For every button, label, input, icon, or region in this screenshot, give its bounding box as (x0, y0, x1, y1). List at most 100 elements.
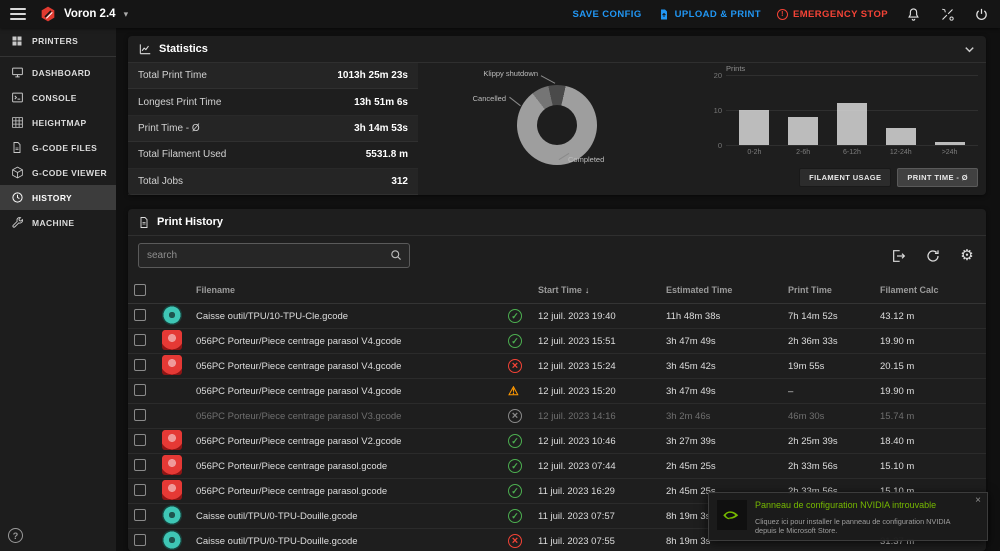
thumb-cell (162, 429, 196, 453)
filament-calc: 20.15 m (880, 360, 915, 372)
dashboard-monitor-icon (10, 66, 24, 79)
topbar-left: Voron 2.4 ▾ (10, 6, 128, 22)
row-checkbox[interactable] (134, 458, 146, 471)
history-row[interactable]: 056PC Porteur/Piece centrage parasol V4.… (128, 329, 986, 354)
sidebar-item-label: G-CODE FILES (32, 142, 98, 153)
row-checkbox[interactable] (134, 508, 146, 521)
bar (836, 103, 867, 145)
tools-icon[interactable] (938, 5, 956, 23)
search-icon[interactable] (389, 248, 404, 266)
estimated-time: 11h 48m 38s (666, 310, 721, 322)
row-checkbox[interactable] (134, 383, 146, 396)
row-checkbox[interactable] (134, 533, 146, 546)
sort-desc-icon: ↓ (584, 284, 590, 295)
sidebar-item-heightmap[interactable]: HEIGHTMAP (0, 110, 116, 135)
checkbox-cell (134, 358, 162, 374)
column-header-filament-calc[interactable]: Filament Calc (880, 285, 980, 295)
notifications-bell-icon[interactable] (904, 5, 922, 23)
filament-calc: 15.74 m (880, 410, 915, 422)
thumb-cell (162, 329, 196, 353)
print-thumbnail (162, 329, 182, 350)
emergency-stop-button[interactable]: ! EMERGENCY STOP (777, 8, 888, 20)
filament-calc: 19.90 m (880, 335, 915, 347)
heightmap-grid-icon (10, 116, 24, 129)
status-icon (508, 434, 522, 448)
select-all-checkbox[interactable] (134, 283, 146, 296)
collapse-chevron-icon[interactable] (963, 43, 976, 56)
print-time: 2h 25m 39s (788, 435, 838, 447)
topbar-actions: SAVE CONFIG UPLOAD & PRINT ! EMERGENCY S… (572, 5, 990, 23)
bar-category-label: 12-24h (889, 149, 912, 156)
column-header-print-time[interactable]: Print Time (788, 285, 880, 295)
sidebar-item-gcode-viewer[interactable]: G-CODE VIEWER (0, 160, 116, 185)
stat-value: 312 (391, 175, 408, 187)
voron-logo-icon (40, 6, 56, 22)
status-icon (508, 459, 522, 473)
stat-label: Longest Print Time (138, 96, 222, 108)
row-checkbox[interactable] (134, 308, 146, 321)
filename: Caisse outil/TPU/0-TPU-Douille.gcode (196, 510, 358, 522)
gear-icon[interactable]: ⚙ (958, 247, 976, 265)
row-checkbox[interactable] (134, 408, 146, 421)
print-history-title: Print History (157, 216, 224, 228)
nvidia-notification[interactable]: Panneau de configuration NVIDIA introuva… (708, 492, 988, 541)
y-tick-label: 10 (713, 106, 722, 115)
start-time: 12 juil. 2023 15:20 (538, 385, 616, 397)
print-thumbnail (162, 529, 182, 550)
sidebar-item-printers[interactable]: PRINTERS (0, 28, 116, 53)
status-donut-zone: Klippy shutdown Cancelled Completed (418, 63, 648, 195)
row-checkbox[interactable] (134, 358, 146, 371)
toast-title: Panneau de configuration NVIDIA introuva… (755, 500, 937, 510)
start-time: 12 juil. 2023 19:40 (538, 310, 616, 322)
column-header-start-time[interactable]: Start Time ↓ (538, 285, 666, 295)
row-checkbox[interactable] (134, 433, 146, 446)
print-time: 19m 55s (788, 360, 825, 372)
checkbox-cell (134, 308, 162, 324)
start-time: 12 juil. 2023 15:24 (538, 360, 616, 372)
filename: 056PC Porteur/Piece centrage parasol V4.… (196, 385, 402, 397)
bar-chart-ylabel: Prints (726, 64, 746, 73)
save-config-button[interactable]: SAVE CONFIG (572, 9, 641, 20)
printer-name[interactable]: Voron 2.4 (64, 8, 116, 20)
stats-tab-button[interactable]: PRINT TIME - Ø (897, 168, 978, 187)
filename: 056PC Porteur/Piece centrage parasol V3.… (196, 410, 402, 422)
menu-icon[interactable] (10, 8, 26, 20)
gridline (726, 145, 978, 146)
sidebar-item-console[interactable]: CONSOLE (0, 85, 116, 110)
history-row[interactable]: Caisse outil/TPU/10-TPU-Cle.gcode 12 jui… (128, 304, 986, 329)
history-row[interactable]: 056PC Porteur/Piece centrage parasol V4.… (128, 379, 986, 404)
sidebar-item-dashboard[interactable]: DASHBOARD (0, 60, 116, 85)
history-row[interactable]: 056PC Porteur/Piece centrage parasol V2.… (128, 429, 986, 454)
search-input[interactable] (138, 243, 410, 268)
y-tick-label: 0 (717, 141, 722, 150)
power-icon[interactable] (972, 5, 990, 23)
sidebar-item-machine[interactable]: MACHINE (0, 210, 116, 235)
stats-tab-button[interactable]: FILAMENT USAGE (799, 168, 892, 187)
close-icon[interactable]: × (975, 495, 981, 506)
thumb-cell (162, 504, 196, 528)
history-row[interactable]: 056PC Porteur/Piece centrage parasol V4.… (128, 354, 986, 379)
sidebar-item-gcode-files[interactable]: G-CODE FILES (0, 135, 116, 160)
export-icon[interactable] (890, 247, 908, 265)
estimated-time: 3h 47m 49s (666, 335, 716, 347)
history-row[interactable]: 056PC Porteur/Piece centrage parasol V3.… (128, 404, 986, 429)
chevron-down-icon[interactable]: ▾ (124, 9, 129, 20)
row-checkbox[interactable] (134, 333, 146, 346)
refresh-icon[interactable] (924, 247, 942, 265)
thumb-cell (162, 304, 196, 328)
column-header-estimated-time[interactable]: Estimated Time (666, 285, 788, 295)
help-icon[interactable]: ? (8, 528, 23, 543)
nvidia-logo-icon (717, 500, 747, 530)
column-header-filename[interactable]: Filename (196, 285, 508, 295)
sidebar-item-label: PRINTERS (32, 35, 79, 46)
sidebar-item-history[interactable]: HISTORY (0, 185, 116, 210)
history-row[interactable]: 056PC Porteur/Piece centrage parasol.gco… (128, 454, 986, 479)
upload-print-button[interactable]: UPLOAD & PRINT (658, 8, 761, 21)
file-document-icon (138, 216, 150, 229)
statistics-title: Statistics (159, 43, 208, 55)
row-checkbox[interactable] (134, 483, 146, 496)
stat-value: 13h 51m 6s (354, 96, 408, 108)
sidebar-item-label: HISTORY (32, 192, 73, 203)
printers-grid-icon (10, 35, 24, 47)
start-time: 11 juil. 2023 07:57 (538, 510, 615, 522)
